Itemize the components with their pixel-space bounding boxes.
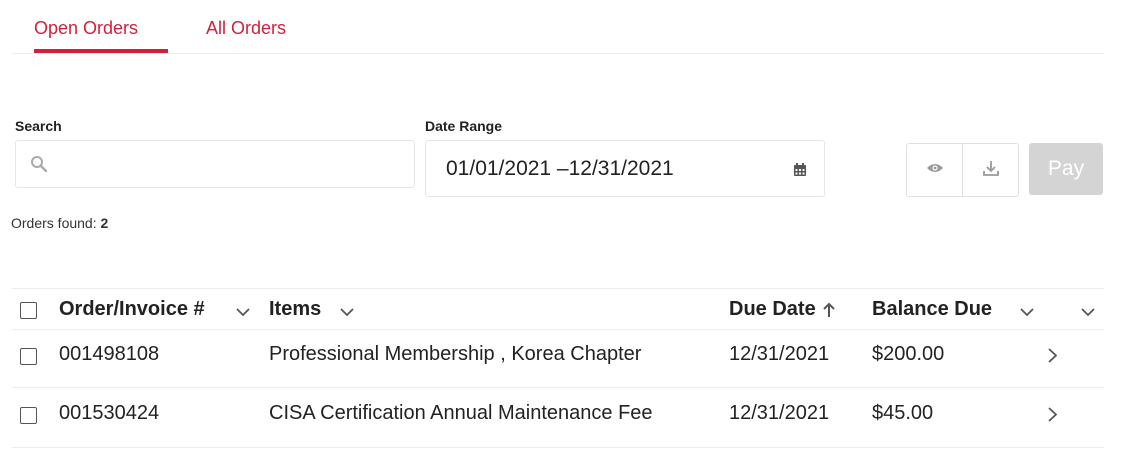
order-tabs: Open Orders All Orders [12, 0, 1104, 54]
order-balance: $45.00 [872, 402, 934, 424]
download-icon [982, 159, 1000, 182]
eye-icon [926, 161, 944, 179]
chevron-down-icon[interactable] [1081, 304, 1095, 322]
pay-button[interactable]: Pay [1029, 143, 1103, 195]
column-header-balance[interactable]: Balance Due [872, 298, 992, 321]
select-all-checkbox[interactable] [20, 302, 37, 319]
action-button-group [906, 143, 1019, 197]
chevron-right-icon[interactable] [1048, 348, 1058, 368]
calendar-icon[interactable] [793, 163, 807, 182]
orders-found-label: Orders found: [11, 215, 97, 231]
column-header-items[interactable]: Items [269, 298, 321, 321]
date-range-label: Date Range [425, 118, 503, 134]
date-range-picker[interactable]: 01/01/2021 –12/31/2021 [425, 140, 825, 197]
order-number: 001498108 [59, 343, 160, 365]
column-header-due-date[interactable]: Due Date [729, 298, 816, 321]
order-due-date: 12/31/2021 [729, 343, 830, 365]
chevron-down-icon[interactable] [236, 304, 250, 322]
orders-found-text: Orders found: 2 [11, 215, 108, 231]
row-checkbox[interactable] [20, 348, 37, 365]
chevron-right-icon[interactable] [1048, 407, 1058, 427]
tab-all-orders[interactable]: All Orders [206, 18, 286, 39]
download-button[interactable] [963, 144, 1018, 196]
chevron-down-icon[interactable] [1020, 304, 1034, 322]
order-items: Professional Membership , Korea Chapter [269, 343, 642, 365]
search-label: Search [15, 118, 62, 134]
search-input[interactable] [60, 141, 404, 189]
search-field[interactable] [15, 140, 415, 189]
order-due-date: 12/31/2021 [729, 402, 830, 424]
tab-open-orders[interactable]: Open Orders [34, 18, 168, 53]
table-row[interactable]: 001530424 CISA Certification Annual Main… [12, 388, 1104, 448]
date-range-value: 01/01/2021 –12/31/2021 [446, 157, 674, 180]
order-items: CISA Certification Annual Maintenance Fe… [269, 402, 653, 424]
table-header: Order/Invoice # Items Due Date Balance D… [12, 288, 1104, 330]
order-number: 001530424 [59, 402, 160, 424]
column-header-order[interactable]: Order/Invoice # [59, 298, 205, 321]
search-icon [30, 155, 48, 178]
row-checkbox[interactable] [20, 407, 37, 424]
view-button[interactable] [907, 144, 963, 196]
chevron-down-icon[interactable] [340, 304, 354, 322]
arrow-up-icon[interactable] [823, 302, 835, 322]
table-row[interactable]: 001498108 Professional Membership , Kore… [12, 329, 1104, 388]
order-balance: $200.00 [872, 343, 945, 365]
orders-found-count: 2 [100, 215, 109, 231]
